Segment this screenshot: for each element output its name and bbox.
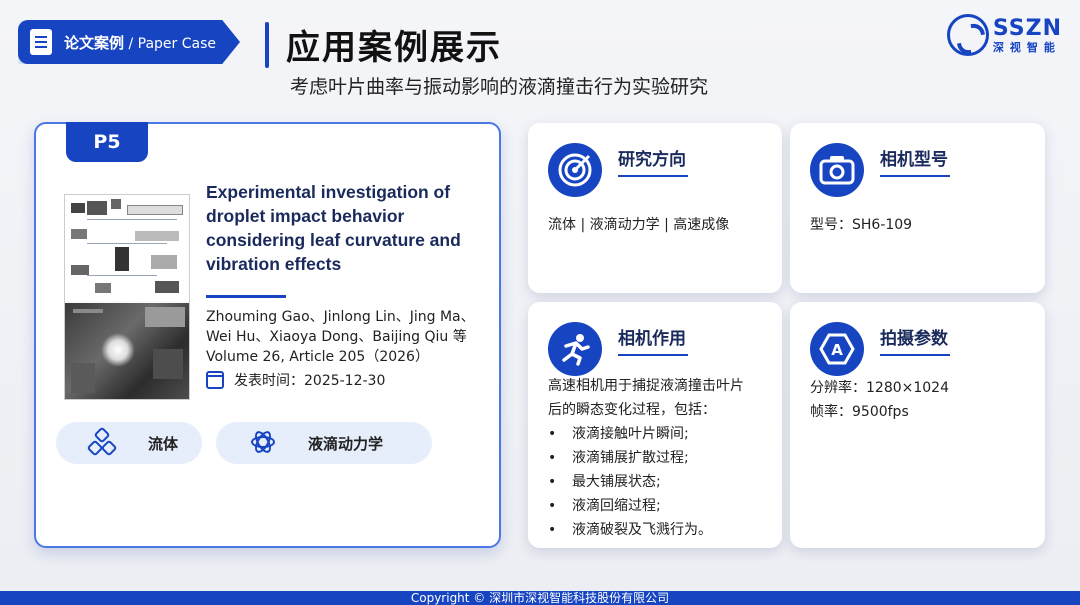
camera-model-card: 相机型号 型号：SH6-109 bbox=[790, 123, 1045, 293]
publish-date-text: 发表时间：2025-12-30 bbox=[234, 373, 386, 389]
camera-usage-body: 高速相机用于捕捉液滴撞击叶片 后的瞬态变化过程，包括： 液滴接触叶片瞬间; 液滴… bbox=[548, 374, 744, 542]
camera-usage-title: 相机作用 bbox=[618, 329, 686, 349]
tag-droplet-dynamics-label: 液滴动力学 bbox=[308, 434, 384, 453]
title-divider bbox=[206, 295, 286, 298]
publish-date: 发表时间：2025-12-30 bbox=[206, 370, 385, 390]
camera-model-body: 型号：SH6-109 bbox=[810, 217, 913, 233]
slide-page: 论文案例 / Paper Case 应用案例展示 考虑叶片曲率与振动影响的液滴撞… bbox=[0, 0, 1080, 605]
list-item: 液滴回缩过程; bbox=[548, 494, 744, 518]
list-item: 液滴破裂及飞溅行为。 bbox=[548, 518, 744, 542]
list-item: 液滴铺展扩散过程; bbox=[548, 446, 744, 470]
logo-text-en: SSZN bbox=[992, 15, 1062, 41]
paper-card: P5 Experimental investigation of droplet… bbox=[34, 122, 501, 548]
copyright-text: Copyright © 深圳市深视智能科技股份有限公司 bbox=[410, 591, 670, 605]
resolution-text: 分辨率：1280×1024 bbox=[810, 380, 949, 396]
molecule-icon bbox=[86, 426, 118, 458]
tag-fluid-label: 流体 bbox=[148, 434, 179, 453]
paper-case-badge: 论文案例 / Paper Case bbox=[18, 20, 240, 64]
research-direction-title: 研究方向 bbox=[618, 150, 686, 170]
page-title: 应用案例展示 bbox=[286, 28, 502, 68]
research-direction-body: 流体 | 液滴动力学 | 高速成像 bbox=[548, 217, 730, 233]
authors-line-1: Zhouming Gao、Jinlong Lin、Jing Ma、 bbox=[206, 309, 475, 325]
camera-usage-intro-2: 后的瞬态变化过程，包括： bbox=[548, 402, 716, 418]
page-subtitle: 考虑叶片曲率与振动影响的液滴撞击行为实验研究 bbox=[290, 76, 709, 98]
svg-text:A: A bbox=[831, 341, 843, 359]
badge-label-cn: 论文案例 bbox=[64, 33, 125, 52]
logo-text-cn: 深视智能 bbox=[992, 40, 1061, 54]
framerate-text: 帧率：9500fps bbox=[810, 404, 909, 420]
camera-model-title: 相机型号 bbox=[880, 150, 948, 170]
paper-title: Experimental investigation of droplet im… bbox=[206, 182, 461, 274]
research-direction-card: 研究方向 流体 | 液滴动力学 | 高速成像 bbox=[528, 123, 782, 293]
paper-authors: Zhouming Gao、Jinlong Lin、Jing Ma、 Wei Hu… bbox=[206, 307, 496, 367]
aperture-icon: A bbox=[810, 322, 864, 376]
list-item: 最大铺展状态; bbox=[548, 470, 744, 494]
footer-bar: Copyright © 深圳市深视智能科技股份有限公司 bbox=[0, 591, 1080, 605]
runner-icon bbox=[548, 322, 602, 376]
camera-icon bbox=[810, 143, 864, 197]
shooting-params-body: 分辨率：1280×1024 帧率：9500fps bbox=[810, 376, 949, 424]
camera-usage-list: 液滴接触叶片瞬间; 液滴铺展扩散过程; 最大铺展状态; 液滴回缩过程; 液滴破裂… bbox=[548, 422, 744, 542]
badge-label-en: / Paper Case bbox=[124, 35, 216, 52]
paper-number-tag: P5 bbox=[66, 122, 148, 162]
calendar-icon bbox=[206, 371, 224, 389]
paper-figure-image bbox=[64, 194, 190, 400]
tag-droplet-dynamics: 液滴动力学 bbox=[216, 422, 432, 464]
document-icon bbox=[30, 29, 52, 55]
badge-label: 论文案例 / Paper Case bbox=[64, 32, 216, 53]
shooting-params-title: 拍摄参数 bbox=[880, 329, 948, 349]
authors-line-2: Wei Hu、Xiaoya Dong、Baijing Qiu 等 bbox=[206, 329, 467, 345]
paper-volume: Volume 26, Article 205（2026） bbox=[206, 349, 429, 365]
target-icon bbox=[548, 143, 602, 197]
logo-mark-icon bbox=[946, 14, 989, 56]
company-logo: SSZN 深视智能 bbox=[946, 14, 1062, 56]
tag-fluid: 流体 bbox=[56, 422, 202, 464]
list-item: 液滴接触叶片瞬间; bbox=[548, 422, 744, 446]
title-accent-bar bbox=[265, 22, 269, 68]
shooting-params-card: A 拍摄参数 分辨率：1280×1024 帧率：9500fps bbox=[790, 302, 1045, 548]
camera-usage-intro-1: 高速相机用于捕捉液滴撞击叶片 bbox=[548, 378, 744, 394]
atom-icon bbox=[248, 428, 278, 458]
camera-usage-card: 相机作用 高速相机用于捕捉液滴撞击叶片 后的瞬态变化过程，包括： 液滴接触叶片瞬… bbox=[528, 302, 782, 548]
